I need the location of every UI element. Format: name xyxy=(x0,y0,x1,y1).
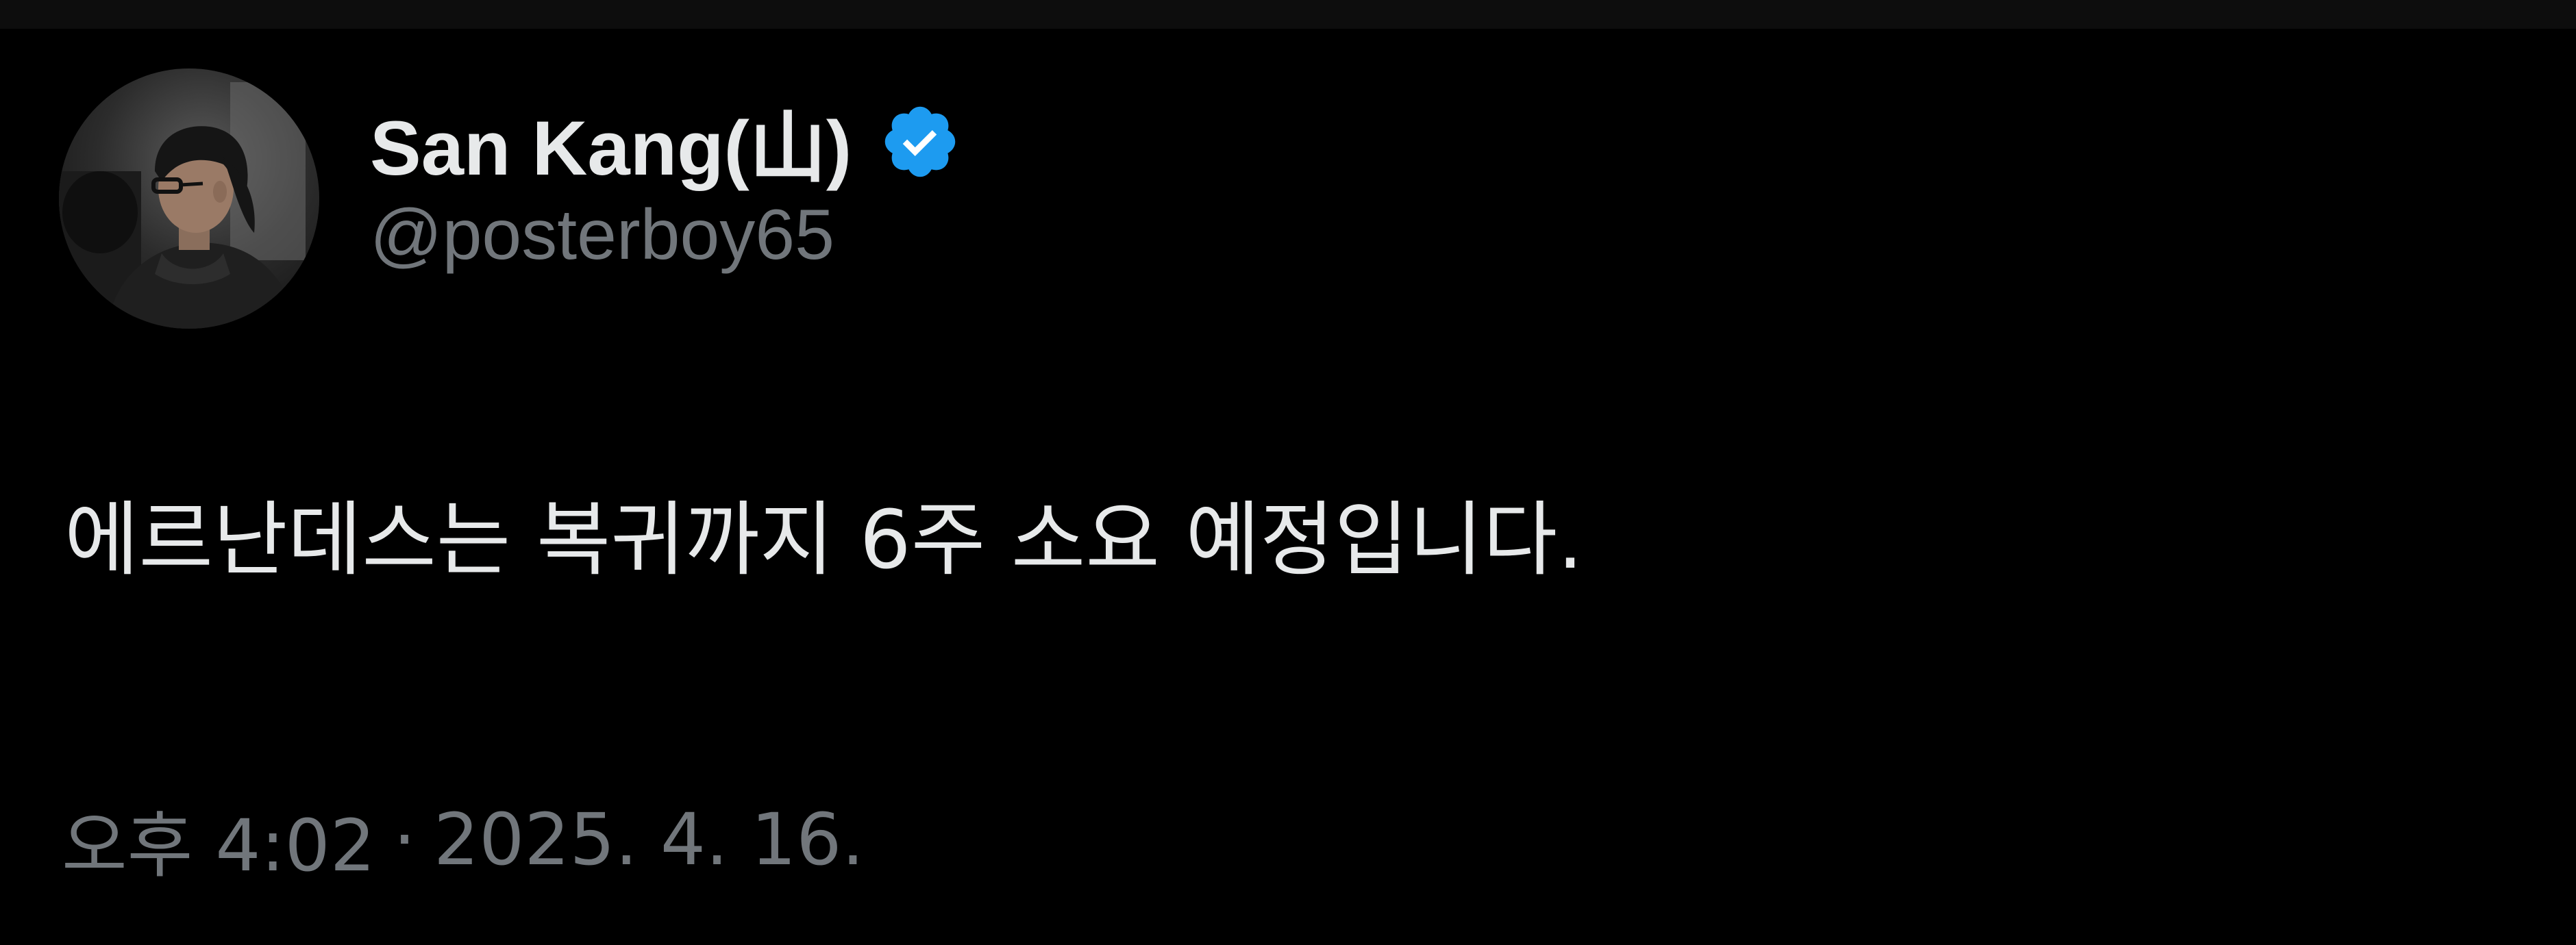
separator-dot: · xyxy=(393,797,417,881)
user-handle[interactable]: @posterboy65 xyxy=(370,194,961,276)
verified-badge-icon[interactable] xyxy=(879,101,961,183)
profile-photo-icon xyxy=(59,68,319,329)
user-info: San Kang(山) @posterboy65 xyxy=(370,97,961,276)
tweet-text: 에르난데스는 복귀까지 6주 소요 예정입니다. xyxy=(64,492,1583,587)
tweet-timestamp[interactable]: 오후 4:02 · 2025. 4. 16. xyxy=(62,788,865,891)
tweet-card: San Kang(山) @posterboy65 에르난데스는 복귀까지 6주 … xyxy=(0,29,2576,945)
display-name[interactable]: San Kang(山) xyxy=(370,86,852,197)
avatar[interactable] xyxy=(59,68,319,329)
top-bar xyxy=(0,0,2576,29)
post-date: 2025. 4. 16. xyxy=(434,797,865,881)
name-row: San Kang(山) xyxy=(370,97,961,191)
post-time: 오후 4:02 xyxy=(62,804,375,887)
